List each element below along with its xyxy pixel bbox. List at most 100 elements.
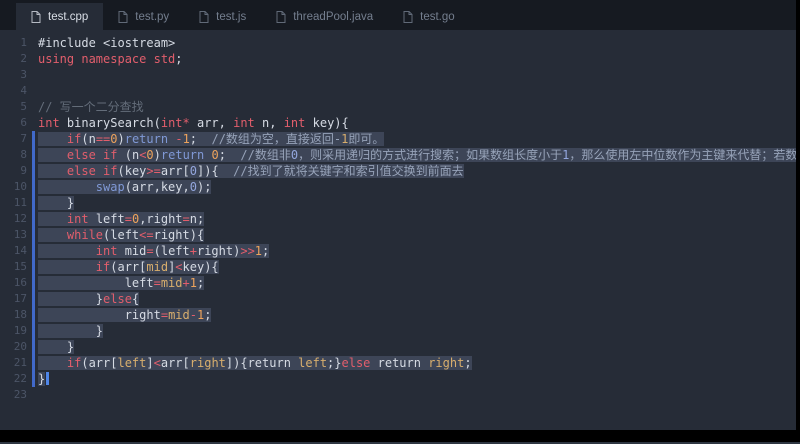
tab-test.go[interactable]: test.go (388, 3, 470, 30)
code-token: = (146, 244, 153, 258)
code-token: int (284, 116, 306, 130)
code-token: ) (154, 148, 161, 162)
code-line[interactable]: 11 } (0, 195, 796, 211)
code-token: binarySearch( (60, 116, 161, 130)
code-token: swap (96, 180, 125, 194)
code-line[interactable]: 16 left=mid+1; (0, 275, 796, 291)
code-line[interactable]: 6int binarySearch(int* arr, int n, int k… (0, 115, 796, 131)
code-text: else if(key>=arr[0]){ //找到了就将关键字和索引值交换到前… (38, 163, 464, 179)
code-token: ]){ (197, 164, 233, 178)
code-token: if (67, 356, 81, 370)
code-token: else (67, 148, 96, 162)
code-token: int (96, 244, 118, 258)
tab-test.js[interactable]: test.js (184, 3, 261, 30)
code-token: (arr[ (81, 356, 117, 370)
code-text: right=mid-1; (38, 307, 211, 323)
line-number: 2 (0, 51, 27, 67)
tab-bar: test.cpp test.py test.js threadPool.java tes… (0, 0, 796, 30)
code-token: else (67, 164, 96, 178)
code-token: = (154, 276, 161, 290)
code-token (38, 228, 67, 242)
code-token: } (38, 292, 103, 306)
tab-test.cpp[interactable]: test.cpp (16, 3, 103, 30)
line-number: 8 (0, 147, 27, 163)
code-token: else (342, 356, 371, 370)
code-lines: 1#include <iostream>2 using namespace std… (0, 35, 796, 403)
code-token: ,right (139, 212, 182, 226)
code-token: #include <iostream> (38, 36, 175, 50)
tab-label: threadPool.java (293, 11, 373, 23)
code-text: } (38, 323, 103, 339)
code-token: //找到了就将关键字和索引值交换到前面去 (233, 164, 463, 178)
code-token: + (183, 276, 190, 290)
file-icon (31, 11, 41, 23)
code-token: (left (103, 228, 139, 242)
code-text: } (38, 371, 49, 387)
code-token: ; (197, 276, 204, 290)
code-token: ]){return (226, 356, 298, 370)
code-token: // 写一个二分查找 (38, 100, 144, 114)
code-line[interactable]: 14 int mid=(left+right)>>1; (0, 243, 796, 259)
line-number: 3 (0, 67, 27, 83)
code-token: ; (262, 244, 269, 258)
code-token (38, 148, 67, 162)
line-number: 12 (0, 211, 27, 227)
tab-label: test.py (135, 11, 169, 23)
tab-label: test.js (216, 11, 246, 23)
code-text: if(n==0)return -1; //数组为空，直接返回-1即可。 (38, 131, 384, 147)
tab-test.py[interactable]: test.py (103, 3, 184, 30)
tab-threadPool.java[interactable]: threadPool.java (261, 3, 388, 30)
line-number: 5 (0, 99, 27, 115)
code-line[interactable]: 2 using namespace std; (0, 51, 796, 67)
code-token: //数组为空，直接返回- (211, 132, 341, 146)
code-token: } (38, 196, 74, 210)
code-token: //数组非 (240, 148, 290, 162)
code-line[interactable]: 1#include <iostream> (0, 35, 796, 51)
code-line[interactable]: 5 // 写一个二分查找 (0, 99, 796, 115)
code-token: } (38, 340, 74, 354)
code-token: left (298, 356, 327, 370)
code-text: if(arr[left]<arr[right]){return left;}el… (38, 355, 472, 371)
line-number: 11 (0, 195, 27, 211)
code-line[interactable]: 10 swap(arr,key,0); (0, 179, 796, 195)
tab-label: test.go (420, 11, 455, 23)
code-line[interactable]: 18 right=mid-1; (0, 307, 796, 323)
code-text: using namespace std; (38, 51, 183, 67)
code-line[interactable]: 8 else if (n<0)return 0; //数组非0，则采用递归的方式… (0, 147, 796, 163)
code-line[interactable]: 17 }else{ (0, 291, 796, 307)
code-token: <= (139, 228, 153, 242)
code-token: 0 (110, 132, 117, 146)
code-token: >> (240, 244, 254, 258)
code-line[interactable]: 3 (0, 67, 796, 83)
code-editor[interactable]: 1#include <iostream>2 using namespace std… (0, 30, 796, 430)
code-line[interactable]: 9 else if(key>=arr[0]){ //找到了就将关键字和索引值交换… (0, 163, 796, 179)
code-token (38, 180, 96, 194)
code-text: if(arr[mid]<key){ (38, 259, 219, 275)
code-line[interactable]: 21 if(arr[left]<arr[right]){return left;… (0, 355, 796, 371)
code-line[interactable]: 15 if(arr[mid]<key){ (0, 259, 796, 275)
code-token: (n (118, 148, 140, 162)
line-number: 15 (0, 259, 27, 275)
code-token (38, 244, 96, 258)
code-token: (key (118, 164, 147, 178)
file-icon (276, 11, 286, 23)
code-token: { (132, 292, 139, 306)
code-line[interactable]: 4 (0, 83, 796, 99)
code-token: int (233, 116, 255, 130)
code-line[interactable]: 12 int left=0,right=n; (0, 211, 796, 227)
code-token: mid (146, 260, 168, 274)
code-line[interactable]: 20 } (0, 339, 796, 355)
code-token: (arr,key, (125, 180, 190, 194)
code-token: ; (190, 132, 212, 146)
code-line[interactable]: 7 if(n==0)return -1; //数组为空，直接返回-1即可。 (0, 131, 796, 147)
code-line[interactable]: 19 } (0, 323, 796, 339)
code-token: = (183, 212, 190, 226)
line-number: 16 (0, 275, 27, 291)
code-line[interactable]: 13 while(left<=right){ (0, 227, 796, 243)
file-icon (403, 11, 413, 23)
code-text: #include <iostream> (38, 35, 175, 51)
code-line[interactable]: 23 (0, 387, 796, 403)
code-line[interactable]: 22} (0, 371, 796, 387)
code-token: return (370, 356, 428, 370)
code-token: ; (464, 356, 471, 370)
